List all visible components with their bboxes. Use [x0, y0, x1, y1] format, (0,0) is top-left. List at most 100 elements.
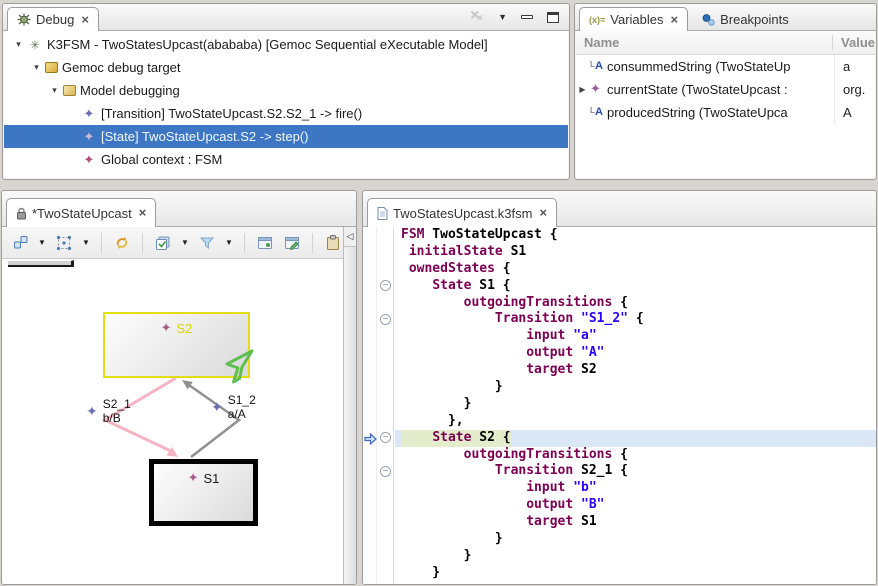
code-line-text: }: [401, 565, 440, 582]
tab-breakpoints-label: Breakpoints: [720, 12, 789, 27]
code-line[interactable]: outgoingTransitions {: [395, 447, 876, 464]
code-line[interactable]: FSM TwoStateUpcast {: [395, 227, 876, 244]
variable-row[interactable]: ▶currentState (TwoStateUpcast :org.: [576, 78, 875, 101]
tab-diagram[interactable]: *TwoStateUpcast ×: [6, 198, 156, 227]
code-line[interactable]: input "b": [395, 480, 876, 497]
close-icon[interactable]: ×: [139, 208, 147, 218]
variables-table-header[interactable]: Name Value: [576, 31, 875, 55]
code-line[interactable]: output "A": [395, 345, 876, 362]
plain-token: [401, 278, 432, 293]
expander-icon[interactable]: ▶: [576, 85, 589, 94]
code-line-text: input "a": [401, 328, 597, 345]
debug-tree-item[interactable]: [Transition] TwoStateUpcast.S2.S2_1 -> f…: [4, 102, 568, 125]
fold-column[interactable]: − − − −: [378, 227, 394, 584]
code-line[interactable]: },: [395, 413, 876, 430]
code-line[interactable]: }: [395, 396, 876, 413]
code-line[interactable]: }: [395, 379, 876, 396]
refresh-icon[interactable]: [112, 232, 132, 254]
keyword-token: State: [432, 430, 471, 445]
code-line[interactable]: Transition S2_1 {: [395, 463, 876, 480]
tab-variables[interactable]: (x)= Variables ×: [579, 7, 688, 31]
plain-token: [573, 497, 581, 512]
code-line[interactable]: State S1 {: [395, 278, 876, 295]
paste-layout-icon[interactable]: [323, 232, 343, 254]
plain-token: [401, 295, 464, 310]
close-icon[interactable]: ×: [539, 208, 547, 218]
layers-dropdown-icon[interactable]: ▼: [180, 238, 190, 247]
debug-tree-item[interactable]: ▾Gemoc debug target: [4, 56, 568, 79]
debug-view: Debug × ▼ ▾K3FSM - TwoStatesUpcast(ababa…: [2, 3, 570, 180]
debug-tree-item[interactable]: Global context : FSM: [4, 148, 568, 171]
transition-label-s1-2[interactable]: ✦ S1_2 a/A: [211, 393, 256, 421]
state-node-s2[interactable]: ✦ S2: [103, 312, 250, 378]
toolbar-separator: [142, 233, 143, 253]
tab-debug[interactable]: Debug ×: [7, 7, 99, 31]
plain-token: }: [401, 531, 503, 546]
debug-tree[interactable]: ▾K3FSM - TwoStatesUpcast(abababa) [Gemoc…: [4, 31, 568, 178]
selection-dropdown-icon[interactable]: ▼: [81, 238, 91, 247]
keyword-token: State: [432, 278, 471, 293]
keyword-token: input: [526, 480, 565, 495]
fold-collapse-icon[interactable]: −: [380, 280, 391, 291]
keyword-token: initialState: [409, 244, 503, 259]
close-icon[interactable]: ×: [671, 15, 679, 25]
expander-icon[interactable]: ▾: [10, 39, 27, 50]
filters-icon[interactable]: [197, 232, 217, 254]
remove-terminated-icon[interactable]: [468, 10, 484, 24]
code-line[interactable]: output "B": [395, 497, 876, 514]
state-node-s1[interactable]: ✦ S1: [149, 459, 258, 526]
code-line[interactable]: outgoingTransitions {: [395, 295, 876, 312]
tab-breakpoints[interactable]: Breakpoints: [692, 7, 799, 31]
filters-dropdown-icon[interactable]: ▼: [224, 238, 234, 247]
layout-icon[interactable]: [10, 232, 30, 254]
view-menu-icon[interactable]: ▼: [498, 12, 507, 22]
fold-collapse-icon[interactable]: −: [380, 466, 391, 477]
code-line[interactable]: ownedStates {: [395, 261, 876, 278]
code-line-text: ownedStates {: [401, 261, 511, 278]
edit-window-icon[interactable]: [282, 232, 302, 254]
variable-row[interactable]: consummedString (TwoStateUpa: [576, 55, 875, 78]
code-line[interactable]: initialState S1: [395, 244, 876, 261]
layout-dropdown-icon[interactable]: ▼: [37, 238, 47, 247]
fold-collapse-icon[interactable]: −: [380, 432, 391, 443]
expander-icon[interactable]: ▾: [28, 62, 45, 73]
show-window-icon[interactable]: [255, 232, 275, 254]
code-lines[interactable]: FSM TwoStateUpcast { initialState S1 own…: [395, 227, 876, 584]
column-header-name[interactable]: Name: [576, 35, 833, 50]
debug-tree-item[interactable]: [State] TwoStateUpcast.S2 -> step(): [4, 125, 568, 148]
plain-token: {: [495, 261, 511, 276]
minimize-icon[interactable]: [521, 15, 533, 19]
tab-code[interactable]: TwoStatesUpcast.k3fsm ×: [367, 198, 557, 227]
annotation-ruler[interactable]: [363, 227, 377, 584]
code-line[interactable]: }: [395, 548, 876, 565]
plain-token: [573, 311, 581, 326]
layers-icon[interactable]: [153, 232, 173, 254]
diagram-canvas[interactable]: ✦ S2 ✦ S1 ✦ S2_1 b/B ✦ S1_2 a/A: [2, 259, 343, 584]
close-icon[interactable]: ×: [81, 15, 89, 25]
variable-name-cell: consummedString (TwoStateUp: [576, 55, 835, 78]
code-line[interactable]: target S2: [395, 362, 876, 379]
code-line[interactable]: }: [395, 565, 876, 582]
plain-token: S1: [573, 514, 596, 529]
fold-collapse-icon[interactable]: −: [380, 314, 391, 325]
plain-token: [401, 463, 495, 478]
code-line[interactable]: input "a": [395, 328, 876, 345]
diamond-gray-icon: [81, 130, 97, 144]
code-line[interactable]: }: [395, 531, 876, 548]
expander-icon[interactable]: ▾: [46, 85, 63, 96]
plain-token: }: [401, 379, 503, 394]
debug-tree-item[interactable]: ▾Model debugging: [4, 79, 568, 102]
plain-token: [401, 447, 464, 462]
variable-row[interactable]: producedString (TwoStateUpcaA: [576, 101, 875, 124]
transition-label-s2-1[interactable]: ✦ S2_1 b/B: [86, 397, 131, 425]
selection-mode-icon[interactable]: [54, 232, 74, 254]
column-header-value[interactable]: Value: [833, 35, 875, 50]
maximize-icon[interactable]: [547, 12, 559, 23]
string-variable-icon: [589, 106, 604, 119]
code-line-text: }: [401, 548, 471, 565]
debug-tree-item[interactable]: ▾K3FSM - TwoStatesUpcast(abababa) [Gemoc…: [4, 33, 568, 56]
code-line[interactable]: State S2 {: [395, 430, 876, 447]
code-line[interactable]: target S1: [395, 514, 876, 531]
palette-collapse-icon[interactable]: ◁: [344, 227, 356, 247]
code-line[interactable]: Transition "S1_2" {: [395, 311, 876, 328]
